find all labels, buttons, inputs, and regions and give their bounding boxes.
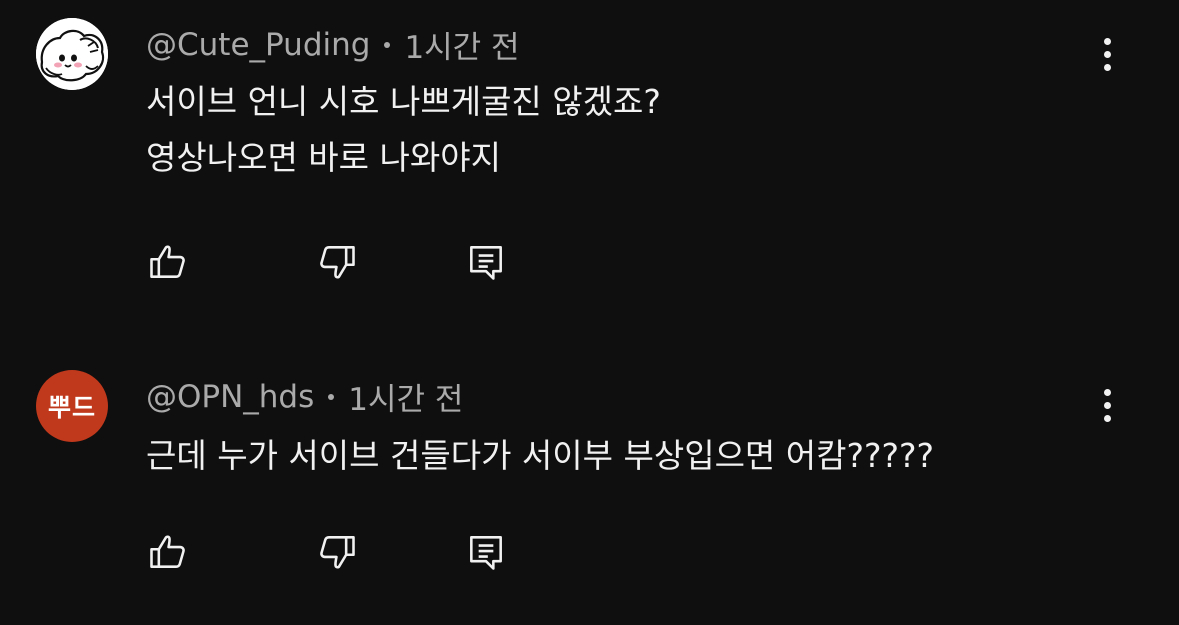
reply-comment-icon <box>470 246 502 280</box>
comment-time: 1시간 전 <box>404 30 520 66</box>
like-button[interactable] <box>144 528 192 576</box>
avatar-initials: 뿌드 <box>47 393 96 422</box>
thumb-up-icon <box>150 535 185 568</box>
comment-text: 근데 누가 서이브 건들다가 서이부 부상입으면 어캄????? <box>146 428 934 484</box>
cartoon-dog-avatar-icon <box>36 18 108 90</box>
dislike-button[interactable] <box>313 238 361 286</box>
thumb-down-icon <box>320 536 355 569</box>
comment-meta: @Cute_Puding 1시간 전 <box>146 22 520 67</box>
dislike-button[interactable] <box>313 528 361 576</box>
author-name[interactable]: @Cute_Puding <box>146 27 370 63</box>
avatar[interactable]: 뿌드 <box>36 370 108 442</box>
comment-item: @Cute_Puding 1시간 전 서이브 언니 시호 나쁘게굴진 않겠죠? … <box>0 0 1179 330</box>
avatar[interactable] <box>36 18 108 90</box>
thumb-down-icon <box>320 246 355 279</box>
comment-time: 1시간 전 <box>348 382 464 418</box>
separator-dot <box>328 393 335 400</box>
comment-line: 서이브 언니 시호 나쁘게굴진 않겠죠? <box>146 82 661 121</box>
more-vertical-icon <box>1103 37 1111 45</box>
more-actions-button[interactable] <box>1092 385 1122 425</box>
comment-line: 영상나오면 바로 나와야지 <box>146 138 501 177</box>
comment-item: 뿌드 @OPN_hds 1시간 전 근데 누가 서이브 건들다가 서이부 부상입… <box>0 340 1179 625</box>
like-button[interactable] <box>144 238 192 286</box>
reply-button[interactable] <box>462 238 510 286</box>
separator-dot <box>384 41 391 48</box>
comment-line: 근데 누가 서이브 건들다가 서이부 부상입으면 어캄????? <box>146 436 935 475</box>
more-actions-button[interactable] <box>1092 34 1122 74</box>
reply-comment-icon <box>470 536 502 570</box>
comment-text: 서이브 언니 시호 나쁘게굴진 않겠죠? 영상나오면 바로 나와야지 <box>146 74 661 186</box>
author-name[interactable]: @OPN_hds <box>146 379 314 415</box>
reply-button[interactable] <box>462 528 510 576</box>
more-vertical-icon <box>1103 388 1111 396</box>
thumb-up-icon <box>150 245 185 278</box>
comment-meta: @OPN_hds 1시간 전 <box>146 374 463 419</box>
